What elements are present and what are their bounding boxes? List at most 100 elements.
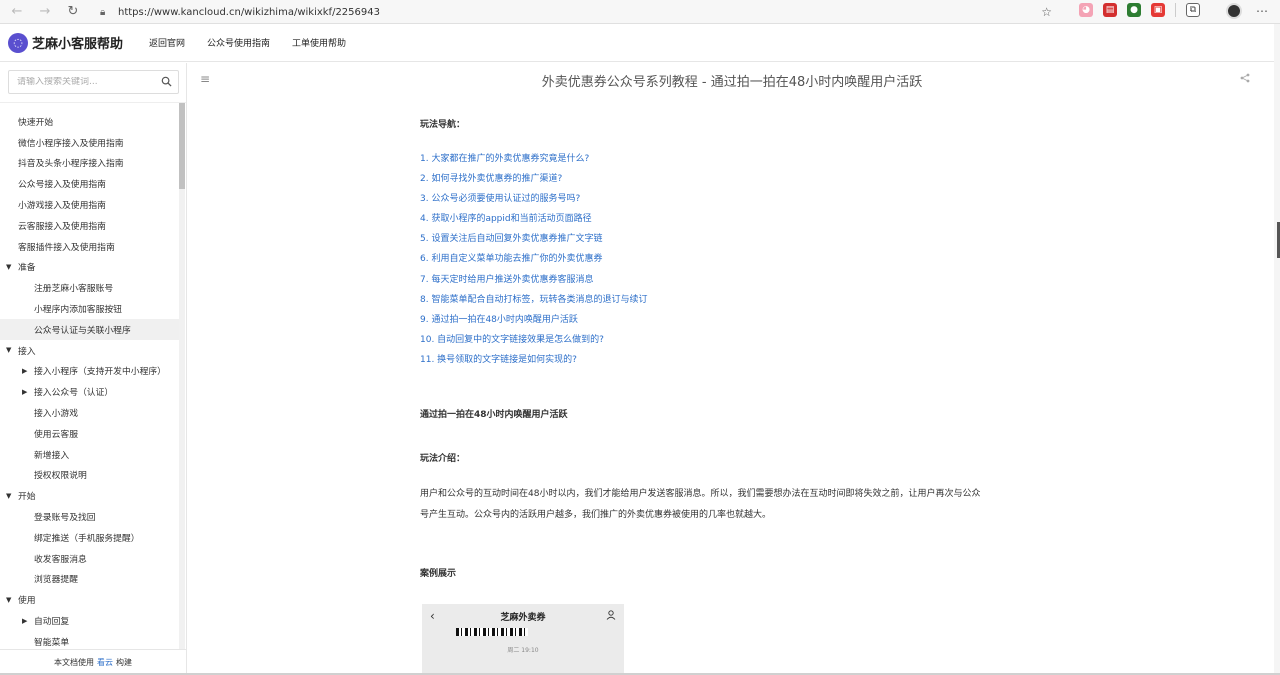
caret-down-icon[interactable]: ▼ <box>6 492 18 500</box>
article-nav-link[interactable]: 1. 大家都在推广的外卖优惠券究竟是什么? <box>420 149 1050 169</box>
sidebar-scrollbar[interactable] <box>179 103 185 649</box>
section-title: 通过拍一拍在48小时内唤醒用户活跃 <box>420 410 568 421</box>
bookmark-star-icon[interactable]: ☆ <box>1041 5 1052 19</box>
collections-icon[interactable]: ⧉ <box>1186 3 1200 17</box>
sidebar-item[interactable]: 收发客服消息 <box>0 548 180 569</box>
sidebar-item-label: 抖音及头条小程序接入指南 <box>18 159 124 170</box>
page-title: 外卖优惠券公众号系列教程 - 通过拍一拍在48小时内唤醒用户活跃 <box>541 75 923 90</box>
search-icon[interactable] <box>161 76 172 87</box>
sidebar-item-label: 新增接入 <box>34 450 70 461</box>
sidebar-item[interactable]: ▼ 开始 <box>0 485 180 506</box>
article-nav-link[interactable]: 10. 自动回复中的文字链接效果是怎么做到的? <box>420 330 1050 350</box>
sidebar-item[interactable]: 接入小游戏 <box>0 402 180 423</box>
extension-pdf-icon[interactable]: ▤ <box>1103 3 1117 17</box>
logo-text[interactable]: 芝麻小客服帮助 <box>32 33 123 52</box>
browser-toolbar: ← → ↻ 🔒︎ https://www.kancloud.cn/wikizhi… <box>0 0 1280 24</box>
footer-brand-link[interactable]: 看云 <box>97 657 113 668</box>
nav-link-official-account-guide[interactable]: 公众号使用指南 <box>207 36 270 49</box>
search-input[interactable] <box>17 77 157 87</box>
sidebar-item[interactable]: ▼ 准备 <box>0 257 180 278</box>
sidebar-item[interactable]: 授权权限说明 <box>0 465 180 486</box>
share-icon[interactable] <box>1240 73 1250 83</box>
article-nav-link[interactable]: 8. 智能菜单配合自动打标签，玩转各类消息的退订与续订 <box>420 290 1050 310</box>
search-box[interactable] <box>8 70 179 94</box>
forward-icon[interactable]: → <box>34 1 56 23</box>
article-nav-link[interactable]: 5. 设置关注后自动回复外卖优惠券推广文字链 <box>420 229 1050 249</box>
caret-down-icon[interactable]: ▼ <box>6 346 18 354</box>
sidebar-item-label: 授权权限说明 <box>34 471 87 482</box>
article-nav-link[interactable]: 4. 获取小程序的appid和当前活动页面路径 <box>420 209 1050 229</box>
caret-down-icon[interactable]: ▼ <box>6 596 18 604</box>
sidebar-item-label: 注册芝麻小客服账号 <box>34 284 114 295</box>
sidebar-item-label: 浏览器提醒 <box>34 575 78 586</box>
extension-cat-icon[interactable]: ◕ <box>1079 3 1093 17</box>
site-header: ◌ 芝麻小客服帮助 返回官网 公众号使用指南 工单使用帮助 <box>0 24 1280 62</box>
sidebar-item-label: 开始 <box>18 492 36 503</box>
sidebar-item[interactable]: ▶ 接入小程序（支持开发中小程序） <box>0 361 180 382</box>
sidebar: 快速开始微信小程序接入及使用指南抖音及头条小程序接入指南公众号接入及使用指南小游… <box>0 63 187 675</box>
lock-icon: 🔒︎ <box>100 6 106 18</box>
article-body: 玩法导航： 1. 大家都在推广的外卖优惠券究竟是什么? 2. 如何寻找外卖优惠券的… <box>420 117 1050 675</box>
sidebar-item-label: 快速开始 <box>18 117 54 128</box>
article-nav-link[interactable]: 6. 利用自定义菜单功能去推广你的外卖优惠券 <box>420 249 1050 269</box>
sidebar-item[interactable]: 客服插件接入及使用指南 <box>0 236 180 257</box>
sidebar-item[interactable]: ▼ 使用 <box>0 589 180 610</box>
address-bar[interactable]: 🔒︎ https://www.kancloud.cn/wikizhima/wik… <box>100 2 1060 22</box>
nav-link-ticket-help[interactable]: 工单使用帮助 <box>292 36 346 49</box>
sidebar-item[interactable]: 智能菜单 <box>0 631 180 649</box>
caret-right-icon[interactable]: ▶ <box>22 388 34 396</box>
url-text[interactable]: https://www.kancloud.cn/wikizhima/wikixk… <box>118 7 380 18</box>
caret-right-icon[interactable]: ▶ <box>22 617 34 625</box>
footer-prefix: 本文档使用 <box>54 658 94 667</box>
phone-user-icon <box>606 610 616 620</box>
intro-paragraph: 用户和公众号的互动时间在48小时以内，我们才能给用户发送客服消息。所以，我们需要… <box>420 484 1050 526</box>
sidebar-item[interactable]: 登录账号及找回 <box>0 506 180 527</box>
sidebar-item[interactable]: 抖音及头条小程序接入指南 <box>0 153 180 174</box>
caret-down-icon[interactable]: ▼ <box>6 263 18 271</box>
sidebar-item[interactable]: 公众号接入及使用指南 <box>0 173 180 194</box>
sidebar-scrollbar-thumb[interactable] <box>179 103 185 189</box>
sidebar-item-label: 客服插件接入及使用指南 <box>18 242 115 253</box>
more-menu-icon[interactable]: ⋯ <box>1256 4 1268 18</box>
sidebar-item[interactable]: 微信小程序接入及使用指南 <box>0 132 180 153</box>
phone-title: 芝麻外卖券 <box>500 612 546 623</box>
sidebar-item[interactable]: 使用云客服 <box>0 423 180 444</box>
sidebar-item-label: 微信小程序接入及使用指南 <box>18 138 124 149</box>
sidebar-footer: 本文档使用 看云 构建 <box>0 649 186 675</box>
sidebar-item[interactable]: 云客服接入及使用指南 <box>0 215 180 236</box>
nav-link-home[interactable]: 返回官网 <box>149 36 185 49</box>
sidebar-item[interactable]: 浏览器提醒 <box>0 569 180 590</box>
sidebar-item[interactable]: ▶ 自动回复 <box>0 610 180 631</box>
sidebar-item[interactable]: ▶ 接入公众号（认证） <box>0 381 180 402</box>
sidebar-item[interactable]: 快速开始 <box>0 111 180 132</box>
back-icon[interactable]: ← <box>6 1 28 23</box>
sidebar-item-label: 准备 <box>18 263 36 274</box>
content-area: ≡ 外卖优惠券公众号系列教程 - 通过拍一拍在48小时内唤醒用户活跃 玩法导航：… <box>188 63 1268 675</box>
sidebar-item-label: 自动回复 <box>34 617 70 628</box>
article-nav-link[interactable]: 3. 公众号必须要使用认证过的服务号吗? <box>420 189 1050 209</box>
sidebar-item[interactable]: 公众号认证与关联小程序 <box>0 318 180 340</box>
intro-label: 玩法介绍： <box>420 454 466 465</box>
sidebar-item-label: 接入 <box>18 346 36 357</box>
sidebar-item-label: 收发客服消息 <box>34 554 87 565</box>
sidebar-item[interactable]: 绑定推送（手机服务提醒） <box>0 527 180 548</box>
logo-icon[interactable]: ◌ <box>8 32 28 53</box>
sidebar-item[interactable]: 注册芝麻小客服账号 <box>0 277 180 298</box>
sidebar-item[interactable]: 小程序内添加客服按钮 <box>0 298 180 319</box>
article-nav-link[interactable]: 9. 通过拍一拍在48小时内唤醒用户活跃 <box>420 310 1050 330</box>
extension-red-icon[interactable]: ▣ <box>1151 3 1165 17</box>
sidebar-item[interactable]: ▼ 接入 <box>0 340 180 361</box>
profile-avatar[interactable] <box>1226 3 1242 19</box>
page-scrollbar[interactable] <box>1274 24 1280 675</box>
sidebar-item[interactable]: 新增接入 <box>0 444 180 465</box>
extension-globe-icon[interactable]: ● <box>1127 3 1141 17</box>
sidebar-item[interactable]: 小游戏接入及使用指南 <box>0 194 180 215</box>
sidebar-item-label: 小程序内添加客服按钮 <box>34 305 122 316</box>
article-nav-link[interactable]: 7. 每天定时给用户推送外卖优惠券客服消息 <box>420 270 1050 290</box>
caret-right-icon[interactable]: ▶ <box>22 367 34 375</box>
sidebar-item-label: 使用云客服 <box>34 429 78 440</box>
reload-icon[interactable]: ↻ <box>62 1 84 23</box>
article-nav-link[interactable]: 11. 换号领取的文字链接是如何实现的? <box>420 350 1050 370</box>
sidebar-item-label: 小游戏接入及使用指南 <box>18 201 106 212</box>
article-nav-link[interactable]: 2. 如何寻找外卖优惠券的推广渠道? <box>420 169 1050 189</box>
